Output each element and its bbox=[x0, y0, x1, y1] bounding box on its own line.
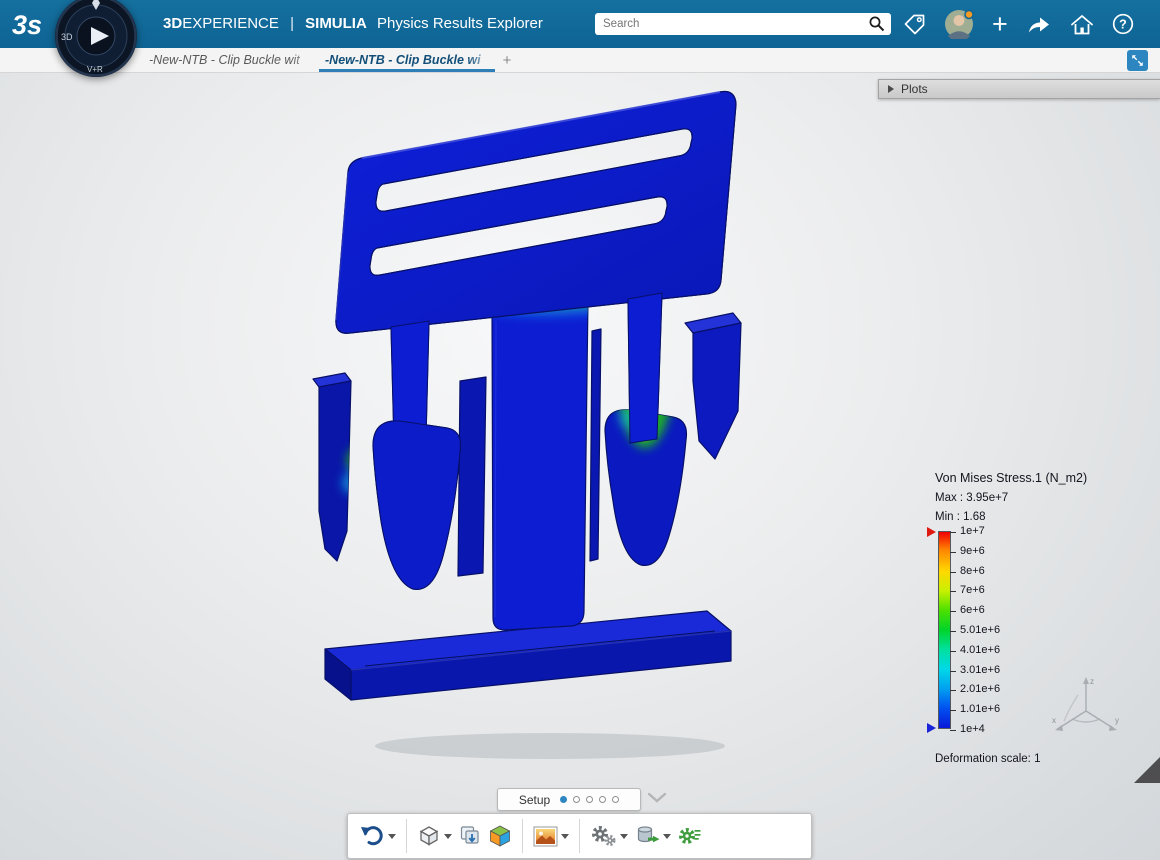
share-icon[interactable] bbox=[1026, 14, 1052, 35]
compass-3d-label: 3D bbox=[61, 32, 73, 42]
page-dot-4[interactable] bbox=[599, 796, 606, 803]
color-cube-icon bbox=[488, 824, 512, 848]
plots-panel-label: Plots bbox=[901, 82, 928, 96]
plots-panel-header[interactable]: Plots bbox=[878, 79, 1160, 99]
legend-min-value: Min : 1.68 bbox=[935, 511, 986, 523]
database-export-icon bbox=[634, 824, 660, 848]
add-content-button[interactable]: + bbox=[992, 11, 1008, 37]
expand-arrows-icon bbox=[1130, 53, 1145, 68]
app-name: Physics Results Explorer bbox=[377, 15, 543, 32]
search-box bbox=[595, 13, 891, 35]
legend-tick: 5.01e+6 bbox=[960, 624, 1000, 636]
page-dots bbox=[560, 796, 619, 803]
help-glyph: ? bbox=[1119, 18, 1127, 32]
compass-vr-label: V+R bbox=[87, 65, 103, 74]
green-gear-list-icon bbox=[677, 824, 702, 848]
legend-max-value: Max : 3.95e+7 bbox=[935, 492, 1008, 504]
simulation-settings-button[interactable] bbox=[587, 822, 631, 850]
app-title: 3DEXPERIENCE | SIMULIA Physics Results E… bbox=[163, 0, 543, 48]
dropdown-caret-icon bbox=[388, 834, 396, 839]
page-dot-1[interactable] bbox=[560, 796, 567, 803]
render-style-button[interactable] bbox=[414, 822, 455, 850]
legend-tick: 1.01e+6 bbox=[960, 703, 1000, 715]
legend-upper-marker[interactable] bbox=[927, 527, 936, 537]
legend-tick: 1e+4 bbox=[960, 723, 985, 735]
results-export-button[interactable] bbox=[631, 822, 674, 850]
triad-y-label: y bbox=[1115, 716, 1119, 725]
dassault-3ds-logo[interactable]: 3s bbox=[10, 5, 58, 43]
app-window: 3s 3D V+R 3DEXPERIENCE | SIMULIA Physics… bbox=[0, 0, 1160, 860]
report-options-button[interactable] bbox=[674, 822, 705, 850]
search-input[interactable] bbox=[595, 18, 867, 30]
tab-label: -New-NTB - Clip Buckle wit bbox=[149, 53, 300, 67]
model-shadow bbox=[375, 733, 725, 759]
axis-triad[interactable]: z x y bbox=[1050, 673, 1122, 737]
setup-panel-header[interactable]: Setup bbox=[497, 788, 641, 811]
search-icon[interactable] bbox=[867, 15, 887, 33]
topbar: 3s 3D V+R 3DEXPERIENCE | SIMULIA Physics… bbox=[0, 0, 1160, 48]
dropdown-caret-icon bbox=[620, 834, 628, 839]
model-clip-buckle[interactable] bbox=[295, 81, 755, 771]
dropdown-caret-icon bbox=[561, 834, 569, 839]
legend-tick: 8e+6 bbox=[960, 565, 985, 577]
setup-label: Setup bbox=[519, 793, 550, 807]
toolbar-separator bbox=[406, 819, 407, 853]
tag-icon[interactable] bbox=[903, 13, 926, 36]
legend-title: Von Mises Stress.1 (N_m2) bbox=[935, 471, 1087, 485]
undo-button[interactable] bbox=[356, 822, 399, 850]
export-view-button[interactable] bbox=[455, 822, 485, 850]
corner-manipulator-grip[interactable] bbox=[1134, 757, 1160, 783]
3d-viewport[interactable]: Plots Von Mises Stress.1 (N_m2) Max : 3.… bbox=[0, 73, 1160, 860]
legend-tick: 4.01e+6 bbox=[960, 644, 1000, 656]
legend-tick: 9e+6 bbox=[960, 545, 985, 557]
tab-label: -New-NTB - Clip Buckle wi bbox=[325, 53, 481, 67]
tab-document-2-active[interactable]: -New-NTB - Clip Buckle wi bbox=[319, 48, 495, 72]
brand-3d: 3D bbox=[163, 15, 182, 32]
legend-tick: 6e+6 bbox=[960, 604, 985, 616]
toolbar-separator bbox=[579, 819, 580, 853]
legend-tick: 1e+7 bbox=[960, 525, 985, 537]
triad-z-label: z bbox=[1090, 677, 1094, 686]
gears-icon bbox=[590, 824, 617, 848]
iso-view-cube-button[interactable] bbox=[485, 822, 515, 850]
dropdown-caret-icon bbox=[663, 834, 671, 839]
page-dot-2[interactable] bbox=[573, 796, 580, 803]
page-dot-3[interactable] bbox=[586, 796, 593, 803]
expand-triangle-icon bbox=[888, 85, 894, 93]
page-dot-5[interactable] bbox=[612, 796, 619, 803]
image-icon bbox=[533, 826, 558, 847]
wire-cube-icon bbox=[417, 824, 441, 848]
triad-x-label: x bbox=[1052, 716, 1056, 725]
export-sheets-icon bbox=[458, 824, 482, 848]
legend-tick-labels: 1e+7 9e+6 8e+6 7e+6 6e+6 5.01e+6 4.01e+6… bbox=[960, 531, 1032, 729]
legend-tick: 3.01e+6 bbox=[960, 664, 1000, 676]
undo-icon bbox=[359, 824, 385, 848]
user-avatar[interactable] bbox=[944, 9, 974, 39]
legend-tick: 2.01e+6 bbox=[960, 683, 1000, 695]
new-tab-button[interactable]: + bbox=[495, 48, 519, 72]
brand-experience: EXPERIENCE bbox=[182, 15, 279, 32]
tab-bar: -New-NTB - Clip Buckle wit -New-NTB - Cl… bbox=[0, 48, 1160, 73]
title-separator: | bbox=[290, 15, 294, 32]
status-dot bbox=[965, 11, 973, 19]
deformation-scale-label: Deformation scale: 1 bbox=[935, 753, 1040, 765]
toolbar-separator bbox=[522, 819, 523, 853]
dropdown-caret-icon bbox=[444, 834, 452, 839]
help-icon[interactable]: ? bbox=[1112, 13, 1134, 35]
legend-color-bar[interactable] bbox=[938, 531, 951, 729]
image-capture-button[interactable] bbox=[530, 824, 572, 849]
compass-widget[interactable]: 3D V+R bbox=[54, 0, 138, 78]
action-toolbar bbox=[347, 813, 812, 859]
product-name: SIMULIA bbox=[305, 15, 367, 32]
topbar-actions: + ? bbox=[903, 0, 1134, 48]
logo-text: 3s bbox=[12, 10, 42, 40]
legend-tick: 7e+6 bbox=[960, 584, 985, 596]
tab-document-1[interactable]: -New-NTB - Clip Buckle wit bbox=[143, 48, 319, 72]
legend-lower-marker[interactable] bbox=[927, 723, 936, 733]
panel-chevron-icon[interactable] bbox=[646, 790, 668, 806]
collapse-expand-button[interactable] bbox=[1127, 50, 1148, 71]
home-icon[interactable] bbox=[1070, 13, 1094, 36]
